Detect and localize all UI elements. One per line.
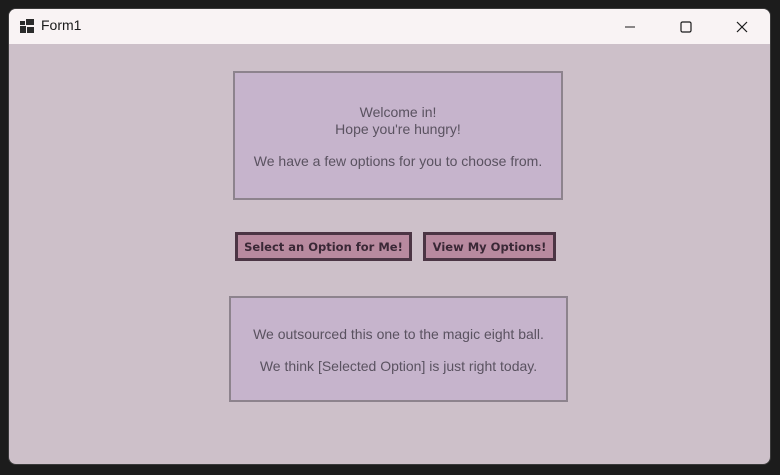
close-button[interactable] [714,9,770,44]
title-bar[interactable]: Form1 [9,9,770,44]
view-options-button[interactable]: View My Options! [423,232,556,261]
welcome-subheading: Hope you're hungry! [335,121,461,137]
app-icon [20,19,34,33]
maximize-icon [680,20,692,33]
maximize-button[interactable] [658,9,714,44]
window-title: Form1 [41,17,82,33]
minimize-icon [625,26,635,27]
welcome-panel: Welcome in! Hope you're hungry! We have … [233,71,563,200]
form-window: Form1 Welcome in! Hope you're hungry! We… [9,9,770,464]
result-panel: We outsourced this one to the magic eigh… [229,296,568,402]
select-option-button[interactable]: Select an Option for Me! [235,232,412,261]
result-intro: We outsourced this one to the magic eigh… [253,326,544,342]
welcome-heading: Welcome in! [359,104,437,120]
result-selection: We think [Selected Option] is just right… [259,358,538,374]
close-icon [736,21,748,32]
minimize-button[interactable] [602,9,658,44]
welcome-description: We have a few options for you to choose … [253,153,543,169]
